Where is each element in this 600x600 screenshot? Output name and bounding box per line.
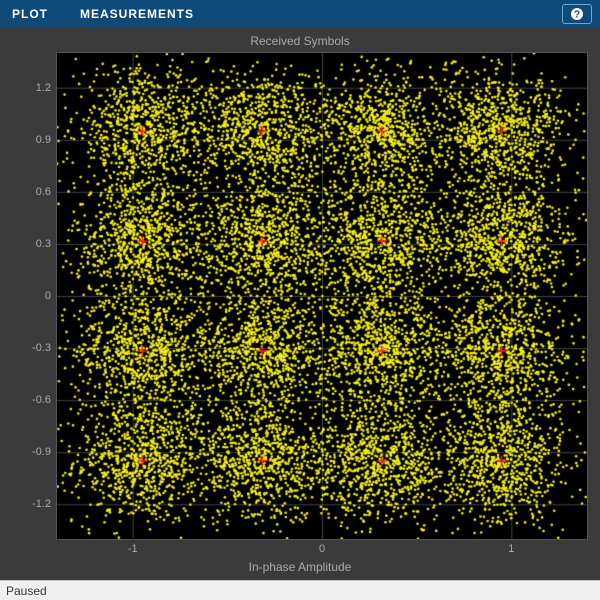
x-tick-label: 1 [508, 539, 514, 555]
y-tick-label: -0.6 [32, 394, 57, 406]
help-button[interactable]: ? [562, 4, 592, 24]
y-tick-label: -0.3 [32, 342, 57, 354]
y-tick-label: -0.9 [32, 446, 57, 458]
plot-canvas-area: Received Symbols Quadrature Amplitude In… [0, 28, 600, 580]
plot-title: Received Symbols [0, 34, 600, 48]
status-bar: Paused [0, 580, 600, 600]
tab-plot[interactable]: PLOT [12, 7, 48, 21]
status-text: Paused [6, 584, 47, 598]
x-tick-label: -1 [128, 539, 138, 555]
y-tick-label: 1.2 [36, 82, 57, 94]
svg-text:?: ? [574, 10, 580, 21]
y-tick-label: 0.9 [36, 134, 57, 146]
y-tick-label: 0.3 [36, 238, 57, 250]
scatter-canvas [57, 53, 587, 539]
y-tick-label: 0.6 [36, 186, 57, 198]
toolbar: PLOT MEASUREMENTS ? [0, 0, 600, 28]
help-icon: ? [570, 7, 584, 21]
x-tick-label: 0 [319, 539, 325, 555]
plot-axes[interactable]: -1.2-0.9-0.6-0.300.30.60.91.2-101 [56, 52, 588, 540]
tab-measurements[interactable]: MEASUREMENTS [80, 7, 194, 21]
y-tick-label: 0 [45, 290, 57, 302]
y-tick-label: -1.2 [32, 498, 57, 510]
x-axis-label: In-phase Amplitude [0, 560, 600, 574]
